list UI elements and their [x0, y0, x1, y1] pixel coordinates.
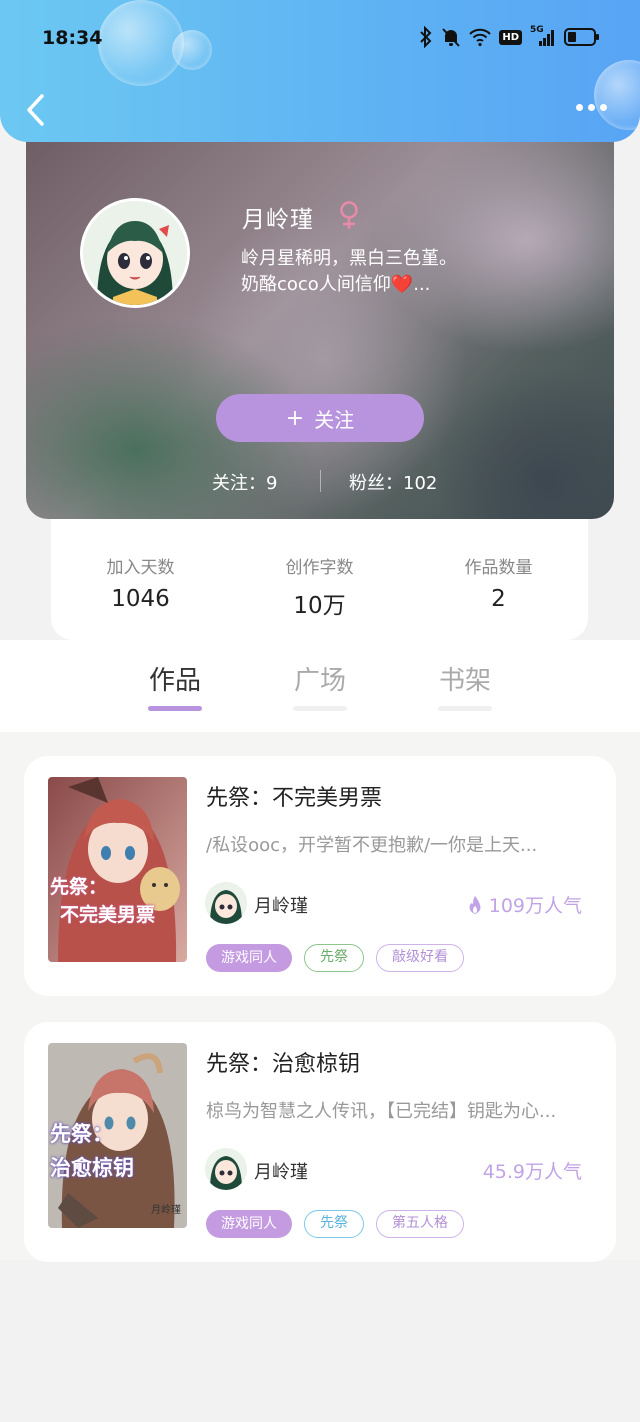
hd-badge: HD [499, 29, 522, 45]
cover-title-line: 不完美男票 [60, 904, 156, 926]
author-avatar[interactable] [205, 882, 247, 924]
following-count[interactable]: 关注：9 [212, 469, 277, 495]
avatar[interactable] [80, 198, 190, 308]
cover-subtext: 月岭瑾 [151, 1205, 181, 1216]
mute-bell-icon [442, 28, 461, 47]
stat-works-count: 作品数量 2 [409, 519, 588, 640]
decor-bubble [594, 60, 640, 130]
book-cover[interactable]: 先祭： 不完美男票 [48, 777, 187, 962]
fans-count[interactable]: 粉丝：102 [349, 469, 437, 495]
work-title[interactable]: 先祭：不完美男票 [206, 780, 382, 812]
author-name[interactable]: 月岭瑾 [254, 892, 308, 918]
tab-indicator-active [148, 706, 202, 711]
plus-icon: + [285, 405, 305, 431]
work-description: /私设ooc，开学暂不更抱歉/一你是上天... [206, 835, 538, 856]
tag[interactable]: 游戏同人 [206, 1210, 292, 1238]
tag[interactable]: 敲级好看 [376, 944, 464, 972]
tab-works[interactable]: 作品 [135, 660, 215, 697]
tab-square[interactable]: 广场 [280, 660, 360, 697]
status-icons: HD 5G [419, 25, 600, 48]
cover-title-line: 治愈椋钥 [50, 1156, 134, 1180]
popularity: 45.9万人气 [483, 1157, 582, 1184]
flame-icon [469, 895, 481, 914]
work-description: 椋鸟为智慧之人传讯，【已完结】钥匙为心... [206, 1101, 557, 1122]
stat-join-days: 加入天数 1046 [51, 519, 230, 640]
bluetooth-icon [420, 26, 432, 48]
tab-indicator [293, 706, 347, 711]
tab-bookshelf[interactable]: 书架 [425, 660, 505, 697]
cover-title: 先祭： 不完美男票 [50, 873, 185, 929]
tag[interactable]: 游戏同人 [206, 944, 292, 972]
dot-icon [600, 104, 607, 111]
stat-value: 10万 [293, 593, 346, 619]
author-name[interactable]: 月岭瑾 [254, 1158, 308, 1184]
tag[interactable]: 先祭 [304, 1210, 364, 1238]
stats-card: 加入天数 1046 创作字数 10万 作品数量 2 [51, 519, 588, 640]
tag-list: 游戏同人 先祭 敲级好看 [206, 944, 464, 972]
cover-title: 先祭： 治愈椋钥 [50, 1117, 185, 1185]
stat-value: 1046 [111, 586, 170, 612]
back-arrow-icon[interactable] [22, 92, 52, 128]
works-list: 先祭： 不完美男票 先祭：不完美男票 /私设ooc，开学暂不更抱歉/一你是上天.… [0, 732, 640, 1262]
follow-label: 关注 [314, 407, 355, 432]
bio-line: 奶酪coco人间信仰❤️... [241, 274, 431, 295]
bio-line: 岭月星稀明，黑白三色堇。 [241, 248, 457, 269]
popularity: 109万人气 [467, 891, 582, 918]
tag[interactable]: 第五人格 [376, 1210, 464, 1238]
follow-stats: 关注：9 粉丝：102 [26, 466, 614, 496]
top-bar: 18:34 HD 5G [0, 0, 640, 142]
author-avatar[interactable] [205, 1148, 247, 1190]
stat-label: 加入天数 [106, 558, 175, 578]
tag[interactable]: 先祭 [304, 944, 364, 972]
stat-label: 创作字数 [285, 558, 354, 578]
stat-value: 2 [491, 586, 506, 612]
stat-label: 作品数量 [464, 558, 533, 578]
dot-icon [588, 104, 595, 111]
tab-indicator [438, 706, 492, 711]
profile-header-card: 月岭瑾 岭月星稀明，黑白三色堇。 奶酪coco人间信仰❤️... + 关注 关注… [26, 120, 614, 519]
signal-icon: 5G [530, 25, 556, 47]
follow-button[interactable]: + 关注 [216, 394, 424, 442]
decor-bubble [172, 30, 212, 70]
wifi-icon [469, 28, 492, 47]
dot-icon [576, 104, 583, 111]
profile-name: 月岭瑾 [242, 207, 314, 233]
work-title[interactable]: 先祭：治愈椋钥 [206, 1046, 360, 1078]
book-cover[interactable]: 先祭： 治愈椋钥 月岭瑾 [48, 1043, 187, 1228]
divider [320, 470, 321, 492]
work-card[interactable]: 先祭： 不完美男票 先祭：不完美男票 /私设ooc，开学暂不更抱歉/一你是上天.… [24, 756, 616, 996]
profile-bio: 岭月星稀明，黑白三色堇。 奶酪coco人间信仰❤️... [241, 246, 457, 298]
popularity-value: 45.9万人气 [482, 1161, 582, 1183]
work-card[interactable]: 先祭： 治愈椋钥 月岭瑾 先祭：治愈椋钥 椋鸟为智慧之人传讯，【已完结】钥匙为心… [24, 1022, 616, 1262]
more-options-button[interactable] [576, 104, 610, 114]
tag-list: 游戏同人 先祭 第五人格 [206, 1210, 464, 1238]
decor-bubble [98, 0, 184, 86]
stat-word-count: 创作字数 10万 [230, 519, 409, 640]
cover-title-line: 先祭： [50, 876, 108, 898]
cover-title-line: 先祭： [50, 1122, 113, 1146]
popularity-value: 109万人气 [488, 895, 582, 917]
status-time: 18:34 [42, 27, 103, 49]
tab-bar: 作品 广场 书架 [0, 640, 640, 732]
battery-icon [564, 28, 599, 46]
female-icon [340, 201, 358, 229]
